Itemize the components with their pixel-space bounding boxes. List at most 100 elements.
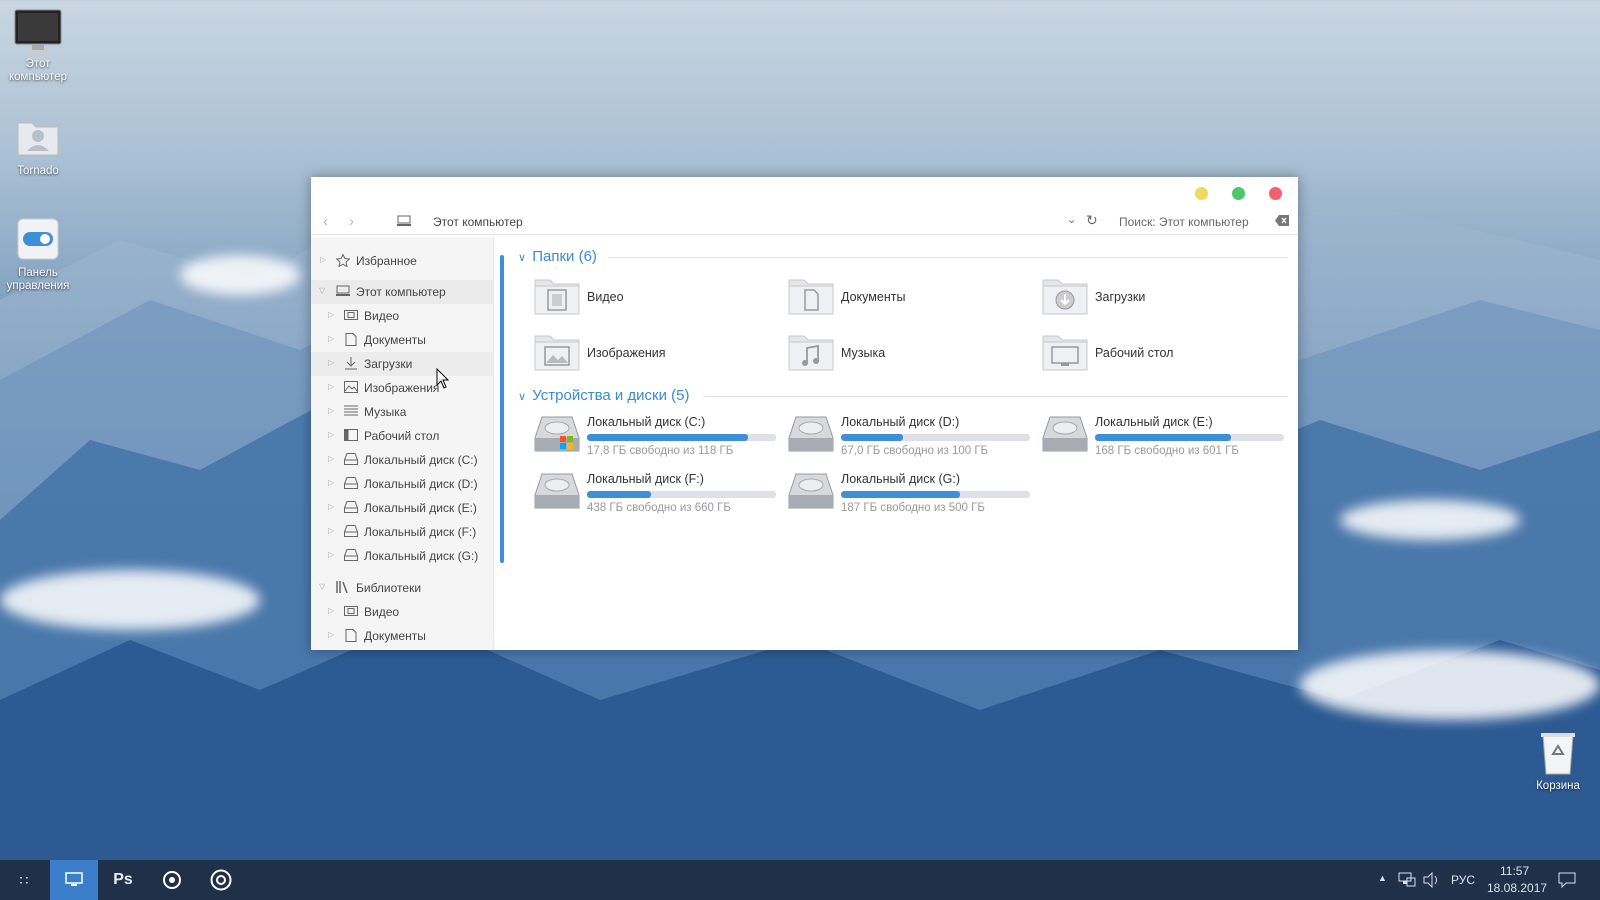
desktop-icon-label: Корзина <box>1536 780 1580 792</box>
drives-group-header[interactable]: ∨ Устройства и диски (5) <box>518 387 1288 404</box>
drive-icon <box>344 549 358 562</box>
sidebar-item-video[interactable]: ▷ Видео <box>311 304 493 328</box>
photoshop-button[interactable]: Ps <box>99 860 147 900</box>
chrome-button[interactable] <box>148 860 196 900</box>
target-app-icon <box>210 869 232 891</box>
back-icon[interactable]: ‹ <box>323 213 328 230</box>
chevron-right-icon[interactable]: ▷ <box>328 310 334 319</box>
hard-drive-icon <box>1042 414 1088 454</box>
sidebar-item-drive-g[interactable]: ▷ Локальный диск (G:) <box>311 544 493 568</box>
sidebar-item-drive-e[interactable]: ▷ Локальный диск (E:) <box>311 496 493 520</box>
volume-icon[interactable] <box>1423 872 1441 888</box>
sidebar-scrollbar[interactable] <box>500 255 504 563</box>
desktop-icon-label: Tornado <box>17 165 59 177</box>
group-title: Папки (6) <box>532 248 597 265</box>
sidebar-item-documents[interactable]: ▷ Документы <box>311 328 493 352</box>
minimize-button[interactable] <box>1195 187 1208 200</box>
folder-item-downloads[interactable]: Загрузки <box>1042 276 1282 322</box>
network-icon[interactable] <box>1398 872 1416 888</box>
clock-time[interactable]: 11:57 <box>1500 864 1529 878</box>
window-titlebar[interactable] <box>311 177 1298 209</box>
target-app-button[interactable] <box>197 860 245 900</box>
sidebar-item-drive-f[interactable]: ▷ Локальный диск (F:) <box>311 520 493 544</box>
chevron-right-icon[interactable]: ▷ <box>328 334 334 343</box>
chevron-right-icon[interactable]: ▷ <box>328 502 334 511</box>
chevron-down-icon[interactable]: ⌄ <box>1067 213 1076 226</box>
sidebar-item-pictures[interactable]: ▷ Изображения <box>311 376 493 400</box>
chevron-right-icon[interactable]: ▷ <box>328 358 334 367</box>
chevron-down-icon[interactable]: ▽ <box>319 286 325 295</box>
chevron-right-icon[interactable]: ▷ <box>328 550 334 559</box>
sidebar-item-label: Локальный диск (D:) <box>364 477 478 491</box>
downloads-folder-icon <box>1042 276 1088 316</box>
sidebar-item-this-pc[interactable]: ▽ Этот компьютер <box>311 280 493 304</box>
drive-usage-fill <box>841 491 961 498</box>
desktop-icon-this-pc[interactable]: Этот компьютер <box>0 8 76 84</box>
chevron-right-icon[interactable]: ▷ <box>328 406 334 415</box>
folder-label: Документы <box>841 290 906 304</box>
drive-free-space: 187 ГБ свободно из 500 ГБ <box>841 502 985 514</box>
clear-search-icon[interactable] <box>1275 215 1289 229</box>
explorer-window: ‹ › Этот компьютер ⌄ ↻ Поиск: Этот компь… <box>311 177 1298 650</box>
sidebar-item-downloads[interactable]: ▷ Загрузки <box>311 352 493 376</box>
documents-folder-icon <box>788 276 834 316</box>
chevron-down-icon[interactable]: ▽ <box>319 582 325 591</box>
sidebar-item-drive-c[interactable]: ▷ Локальный диск (C:) <box>311 448 493 472</box>
desktop-icon-control-panel[interactable]: Панель управления <box>0 217 76 293</box>
film-icon <box>344 309 358 322</box>
clock-date[interactable]: 18.08.2017 <box>1487 881 1547 895</box>
chevron-right-icon[interactable]: ▷ <box>328 382 334 391</box>
sidebar-item-label: Загрузки <box>364 357 413 371</box>
sidebar-item-favorites[interactable]: ▷ Избранное <box>311 249 493 273</box>
drive-item-f[interactable]: Локальный диск (F:) 438 ГБ свободно из 6… <box>534 471 779 521</box>
chevron-right-icon[interactable]: ▷ <box>328 526 334 535</box>
notifications-icon[interactable] <box>1558 872 1576 888</box>
sidebar-item-desktop[interactable]: ▷ Рабочий стол <box>311 424 493 448</box>
drive-item-d[interactable]: Локальный диск (D:) 67,0 ГБ свободно из … <box>788 414 1033 464</box>
refresh-icon[interactable]: ↻ <box>1086 212 1098 229</box>
tray-overflow-icon[interactable]: ▲ <box>1378 873 1387 883</box>
search-input[interactable]: Поиск: Этот компьютер <box>1119 215 1249 229</box>
language-indicator[interactable]: РУС <box>1451 873 1475 887</box>
chevron-right-icon[interactable]: ▷ <box>328 478 334 487</box>
close-button[interactable] <box>1269 187 1282 200</box>
chevron-right-icon[interactable]: ▷ <box>328 630 334 639</box>
drive-item-e[interactable]: Локальный диск (E:) 168 ГБ свободно из 6… <box>1042 414 1287 464</box>
chevron-right-icon[interactable]: ▷ <box>328 606 334 615</box>
folder-item-music[interactable]: Музыка <box>788 332 1028 378</box>
folder-item-desktop[interactable]: Рабочий стол <box>1042 332 1282 378</box>
drive-item-c[interactable]: Локальный диск (C:) 17,8 ГБ свободно из … <box>534 414 779 464</box>
sidebar-item-music[interactable]: ▷ Музыка <box>311 400 493 424</box>
chevron-right-icon[interactable]: ▷ <box>328 454 334 463</box>
content-pane: ∨ Папки (6) Видео Документы Загрузки Изо… <box>514 237 1298 650</box>
sidebar-item-drive-d[interactable]: ▷ Локальный диск (D:) <box>311 472 493 496</box>
windows-drive-icon <box>534 414 580 454</box>
forward-icon[interactable]: › <box>349 213 354 230</box>
sidebar-item-library-documents[interactable]: ▷ Документы <box>311 624 493 648</box>
maximize-button[interactable] <box>1232 187 1245 200</box>
show-desktop-button[interactable] <box>50 860 98 900</box>
folder-item-pictures[interactable]: Изображения <box>534 332 774 378</box>
sidebar-item-library-video[interactable]: ▷ Видео <box>311 600 493 624</box>
chevron-right-icon[interactable]: ▷ <box>328 430 334 439</box>
hard-drive-icon <box>788 471 834 511</box>
sidebar-item-label: Видео <box>364 605 400 619</box>
drive-icon <box>344 525 358 538</box>
folder-item-video[interactable]: Видео <box>534 276 774 322</box>
sidebar-item-label: Изображения <box>364 381 440 395</box>
taskbar: ∷ Ps ▲ РУС 11:57 18.08.2017 <box>0 860 1600 900</box>
drive-free-space: 168 ГБ свободно из 601 ГБ <box>1095 445 1239 457</box>
chevron-right-icon[interactable]: ▷ <box>320 255 326 264</box>
star-icon <box>335 253 351 268</box>
sidebar-item-libraries[interactable]: ▽ Библиотеки <box>311 576 493 600</box>
drive-item-g[interactable]: Локальный диск (G:) 187 ГБ свободно из 5… <box>788 471 1033 521</box>
desktop-icon-user-folder[interactable]: Tornado <box>0 115 76 178</box>
address-path[interactable]: Этот компьютер <box>433 215 523 229</box>
folder-item-documents[interactable]: Документы <box>788 276 1028 322</box>
drive-name: Локальный диск (C:) <box>587 415 706 429</box>
drive-name: Локальный диск (G:) <box>841 472 960 486</box>
desktop-icon-recycle-bin[interactable]: Корзина <box>1520 730 1596 793</box>
folder-label: Рабочий стол <box>1095 346 1174 360</box>
apps-grid-icon[interactable]: ∷ <box>0 860 48 900</box>
folders-group-header[interactable]: ∨ Папки (6) <box>518 248 1288 265</box>
